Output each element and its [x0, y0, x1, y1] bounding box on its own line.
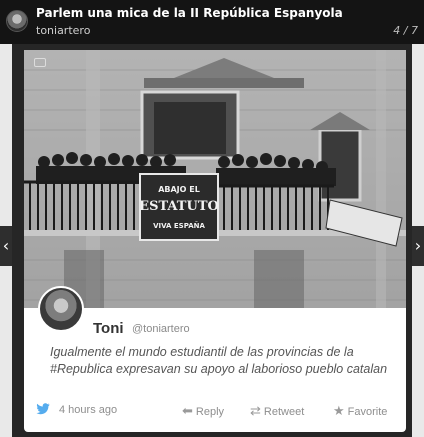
tweet-timestamp[interactable]: 4 hours ago: [59, 404, 117, 416]
historic-photo-image: ABAJO EL ESTATUTO VIVA ESPAÑA: [24, 50, 406, 315]
chevron-left-icon[interactable]: ‹: [0, 226, 12, 266]
tweet-photo[interactable]: ABAJO EL ESTATUTO VIVA ESPAÑA: [24, 50, 406, 315]
camera-icon: [34, 58, 46, 67]
retweet-button[interactable]: ⇄ Retweet: [250, 403, 304, 419]
retweet-label: Retweet: [263, 406, 305, 418]
reply-button[interactable]: ⬅ Reply: [182, 403, 224, 419]
user-avatar[interactable]: [6, 10, 28, 32]
tweet-actions: 4 hours ago ⬅ Reply ⇄ Retweet ★ Favorite: [24, 401, 406, 421]
tweet-author-name[interactable]: Toni: [93, 320, 124, 337]
album-title: Parlem una mica de la II República Espan…: [36, 6, 343, 20]
tweet-card: Toni @toniartero Igualmente el mundo est…: [24, 286, 406, 432]
tweet-author-handle[interactable]: @toniartero: [132, 323, 190, 335]
reply-icon: ⬅: [182, 403, 193, 418]
tweet-text: Igualmente el mundo estudiantil de las p…: [50, 345, 388, 376]
favorite-label: Favorite: [347, 406, 388, 418]
chevron-right-icon[interactable]: ›: [412, 226, 424, 266]
twitter-bird-icon[interactable]: [36, 403, 50, 418]
top-bar: Parlem una mica de la II República Espan…: [0, 0, 424, 44]
banner-line-2: ESTATUTO: [139, 199, 219, 214]
banner-line-3: VIVA ESPAÑA: [153, 221, 205, 230]
username[interactable]: toniartero: [36, 24, 90, 37]
slide-counter: 4 / 7: [393, 24, 418, 37]
banner-line-1: ABAJO EL: [158, 185, 200, 194]
favorite-button[interactable]: ★ Favorite: [333, 403, 387, 419]
tweet-author-avatar[interactable]: [38, 286, 84, 332]
reply-label: Reply: [195, 406, 225, 418]
retweet-icon: ⇄: [250, 403, 261, 418]
star-icon: ★: [333, 403, 345, 418]
